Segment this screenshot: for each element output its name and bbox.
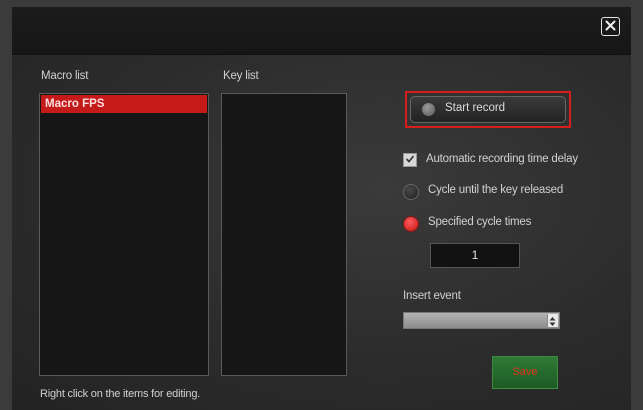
- start-record-button[interactable]: Start record: [410, 96, 566, 123]
- cycle-until-release-label: Cycle until the key released: [428, 184, 564, 196]
- macro-dialog: Macro list Key list Macro FPS Start reco…: [12, 7, 631, 410]
- save-button[interactable]: Save: [492, 356, 558, 389]
- insert-event-dropdown[interactable]: [403, 312, 560, 329]
- key-list-label: Key list: [223, 70, 259, 82]
- checkmark-icon: [405, 151, 415, 169]
- close-icon: [605, 18, 616, 36]
- close-button[interactable]: [601, 17, 620, 36]
- spinner-arrows-icon: [547, 314, 558, 327]
- macro-list-item[interactable]: Macro FPS: [41, 95, 207, 113]
- title-bar: [12, 7, 631, 55]
- auto-delay-label: Automatic recording time delay: [426, 153, 578, 165]
- start-record-label: Start record: [445, 102, 506, 114]
- specified-cycle-label: Specified cycle times: [428, 216, 532, 228]
- specified-cycle-radio[interactable]: [403, 216, 419, 232]
- start-record-highlight: Start record: [405, 91, 571, 128]
- key-list[interactable]: [221, 93, 347, 376]
- record-icon: [422, 103, 435, 116]
- macro-list[interactable]: Macro FPS: [39, 93, 209, 376]
- auto-delay-checkbox[interactable]: [403, 153, 417, 167]
- macro-list-label: Macro list: [41, 70, 89, 82]
- insert-event-label: Insert event: [403, 290, 461, 302]
- cycle-times-input[interactable]: 1: [430, 243, 520, 268]
- editing-hint: Right click on the items for editing.: [40, 388, 201, 400]
- cycle-until-release-radio[interactable]: [403, 184, 419, 200]
